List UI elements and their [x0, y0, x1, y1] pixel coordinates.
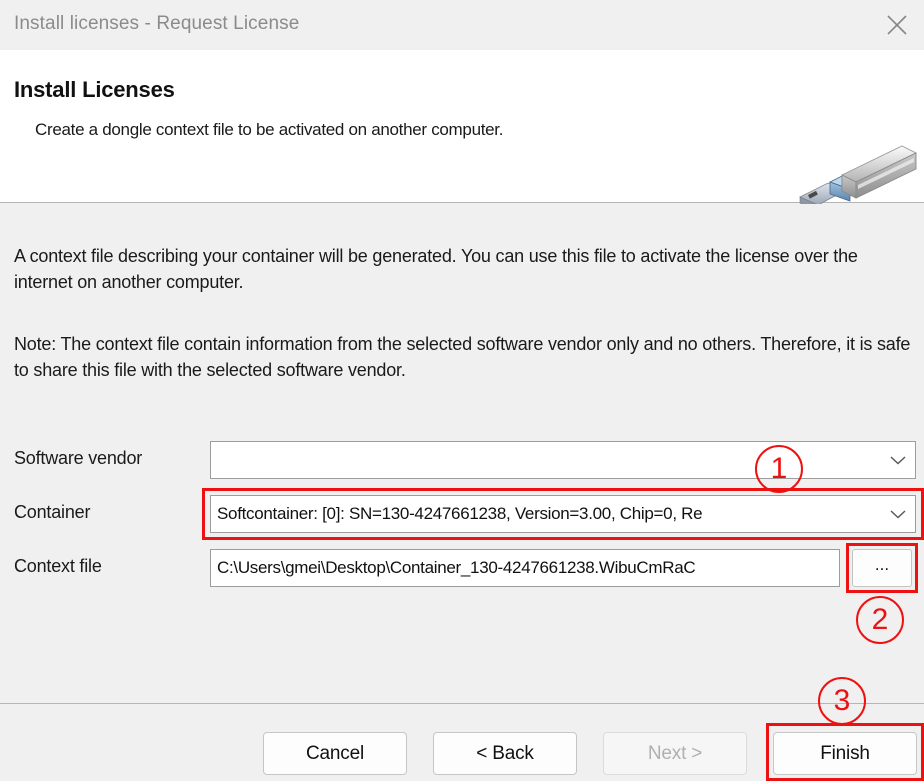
close-icon[interactable] [870, 0, 924, 50]
page-title: Install Licenses [14, 77, 175, 102]
cancel-button[interactable]: Cancel [263, 732, 407, 775]
window-title: Install licenses - Request License [14, 13, 300, 34]
software-vendor-combobox[interactable] [210, 441, 916, 479]
browse-button[interactable]: ... [852, 549, 912, 587]
chevron-down-icon[interactable] [881, 508, 915, 520]
container-value: Softcontainer: [0]: SN=130-4247661238, V… [217, 504, 703, 523]
context-file-input[interactable]: C:\Users\gmei\Desktop\Container_130-4247… [210, 549, 840, 587]
next-button: Next > [603, 732, 747, 775]
page-subtitle: Create a dongle context file to be activ… [35, 120, 504, 139]
install-licenses-dialog: Install licenses - Request License Insta… [0, 0, 924, 781]
software-vendor-label: Software vendor [14, 448, 143, 468]
dialog-header: Install Licenses Create a dongle context… [0, 50, 924, 212]
title-bar: Install licenses - Request License [0, 0, 924, 50]
chevron-down-icon[interactable] [881, 454, 915, 466]
container-label: Container [14, 502, 91, 522]
info-paragraph-2: Note: The context file contain informati… [14, 334, 911, 380]
container-combobox[interactable]: Softcontainer: [0]: SN=130-4247661238, V… [210, 495, 916, 533]
context-file-label: Context file [14, 556, 102, 576]
back-button[interactable]: < Back [433, 732, 577, 775]
dialog-footer: Cancel < Back Next > Finish [0, 703, 924, 781]
finish-button[interactable]: Finish [773, 732, 917, 775]
info-paragraph-1: A context file describing your container… [14, 246, 858, 292]
